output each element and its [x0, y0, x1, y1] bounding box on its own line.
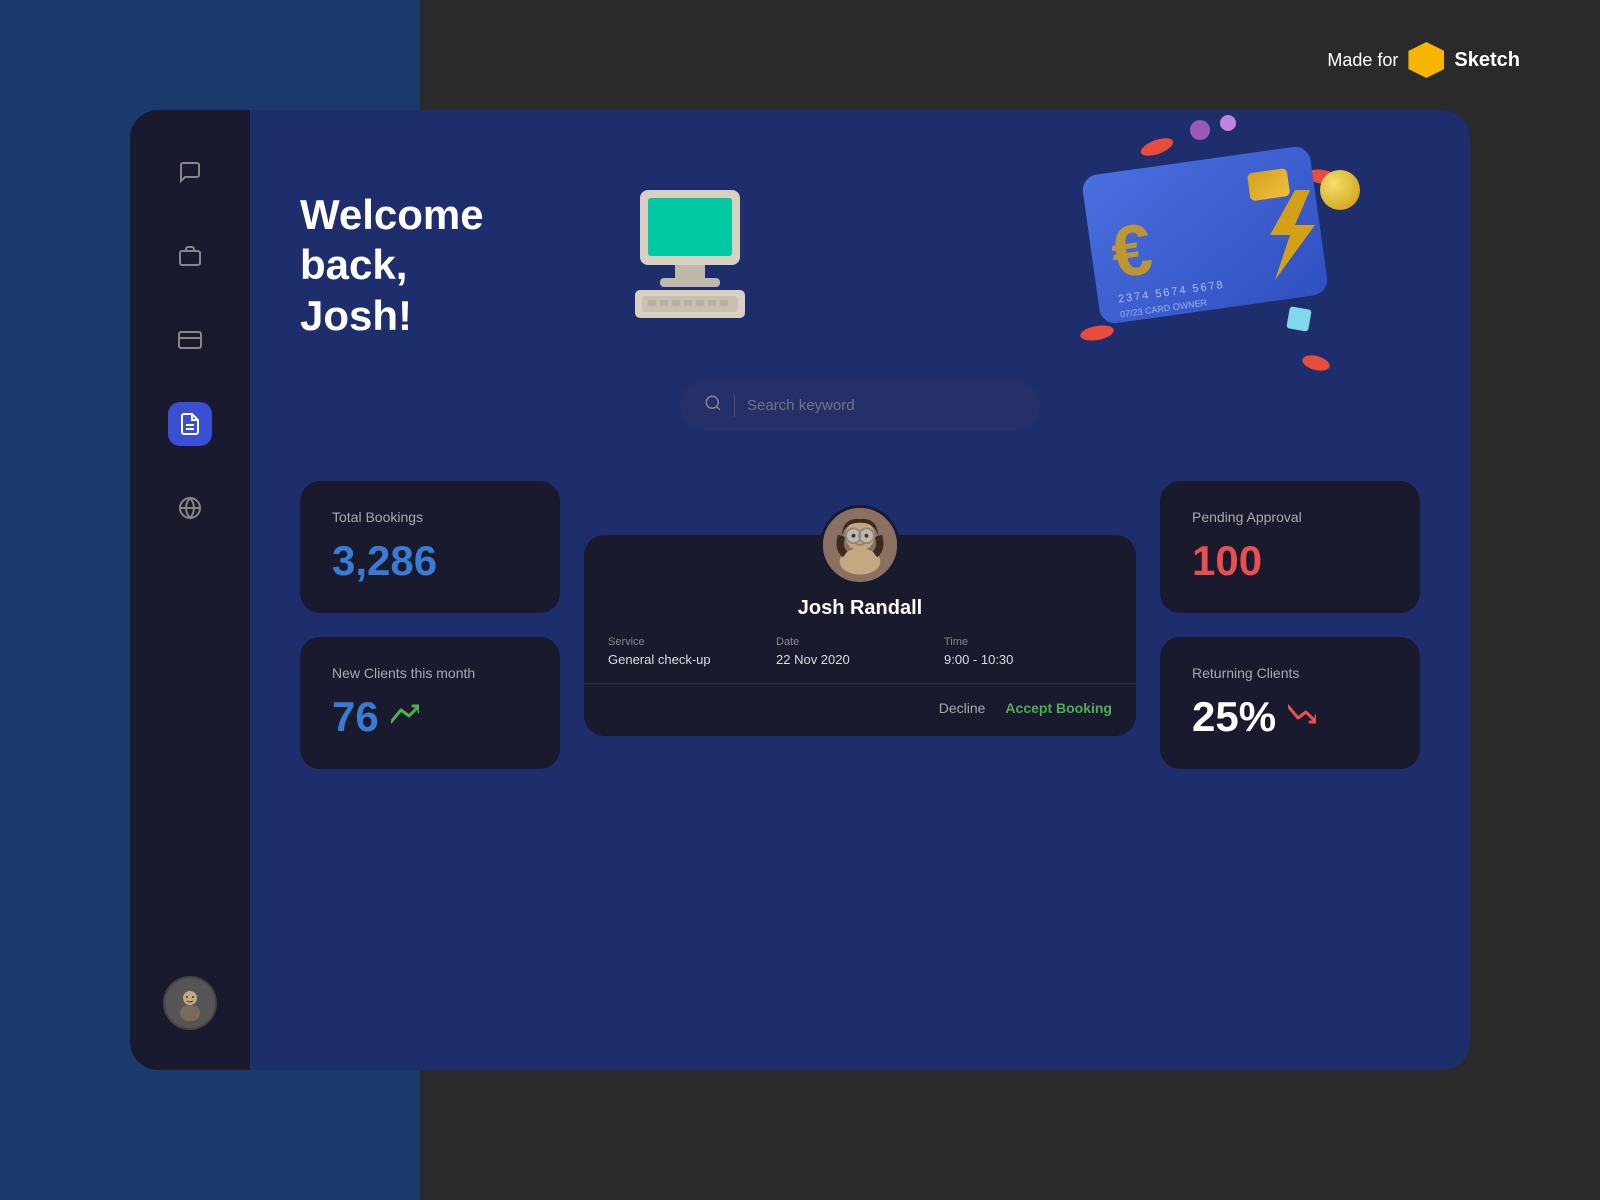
main-card: Welcome back, Josh!: [130, 110, 1470, 1070]
credit-card-illustration: € 2374 5674 5678 07/23 CARD OWNER: [1060, 110, 1360, 390]
trend-up-icon: [391, 704, 419, 730]
sketch-label: Sketch: [1454, 49, 1520, 72]
trend-down-icon: [1288, 704, 1316, 730]
booking-actions: Decline Accept Booking: [584, 684, 1136, 716]
new-clients-value: 76: [332, 693, 379, 741]
booking-user-name: Josh Randall: [798, 597, 922, 620]
returning-clients-value-row: 25%: [1192, 693, 1388, 741]
sidebar: [130, 110, 250, 1070]
pending-approval-value: 100: [1192, 537, 1388, 585]
search-input[interactable]: [747, 397, 1016, 414]
decline-button[interactable]: Decline: [939, 700, 986, 716]
pending-approval-label: Pending Approval: [1192, 509, 1388, 525]
right-column: Pending Approval 100 Returning Clients 2…: [1160, 481, 1420, 769]
sketch-logo-icon: [1408, 42, 1444, 78]
date-detail: Date 22 Nov 2020: [776, 636, 944, 667]
sidebar-item-card[interactable]: [168, 318, 212, 362]
sidebar-item-document[interactable]: [168, 402, 212, 446]
total-bookings-value: 3,286: [332, 537, 528, 585]
total-bookings-label: Total Bookings: [332, 509, 528, 525]
lightning-icon: [1260, 190, 1320, 280]
new-clients-label: New Clients this month: [332, 665, 528, 681]
left-column: Total Bookings 3,286 New Clients this mo…: [300, 481, 560, 769]
booking-card: Josh Randall Service General check-up Da…: [584, 535, 1136, 736]
returning-clients-label: Returning Clients: [1192, 665, 1388, 681]
sidebar-item-chat[interactable]: [168, 150, 212, 194]
search-icon: [704, 394, 722, 417]
sidebar-item-briefcase[interactable]: [168, 234, 212, 278]
deco-purple-ball2: [1220, 115, 1236, 131]
search-row: [300, 380, 1420, 471]
search-container: [680, 380, 1040, 431]
user-avatar[interactable]: [163, 976, 217, 1030]
deco-blue-cube2: [1286, 306, 1311, 331]
returning-clients-value: 25%: [1192, 693, 1276, 741]
sidebar-item-globe[interactable]: [168, 486, 212, 530]
deco-gold-ball: [1320, 170, 1360, 210]
pending-approval-card: Pending Approval 100: [1160, 481, 1420, 613]
sketch-badge: Made for Sketch: [1327, 42, 1520, 78]
returning-clients-card: Returning Clients 25%: [1160, 637, 1420, 769]
made-for-text: Made for: [1327, 50, 1398, 71]
time-detail: Time 9:00 - 10:30: [944, 636, 1112, 667]
search-divider: [734, 395, 735, 417]
welcome-title: Welcome back, Josh!: [300, 190, 600, 341]
booking-user-avatar: [820, 505, 900, 585]
new-clients-value-row: 76: [332, 693, 528, 741]
new-clients-card: New Clients this month 76: [300, 637, 560, 769]
service-detail: Service General check-up: [608, 636, 776, 667]
computer-svg: [610, 170, 770, 330]
booking-details: Service General check-up Date 22 Nov 202…: [584, 636, 1136, 684]
deco-red-disc4: [1301, 353, 1332, 374]
stats-grid: Total Bookings 3,286 New Clients this mo…: [300, 481, 1420, 769]
main-content: Welcome back, Josh!: [250, 110, 1470, 1070]
deco-red-disc: [1139, 135, 1176, 160]
center-column: Josh Randall Service General check-up Da…: [584, 481, 1136, 769]
computer-illustration: [610, 170, 770, 335]
total-bookings-card: Total Bookings 3,286: [300, 481, 560, 613]
accept-button[interactable]: Accept Booking: [1005, 700, 1112, 716]
deco-red-disc3: [1079, 323, 1115, 343]
deco-purple-ball: [1190, 120, 1210, 140]
